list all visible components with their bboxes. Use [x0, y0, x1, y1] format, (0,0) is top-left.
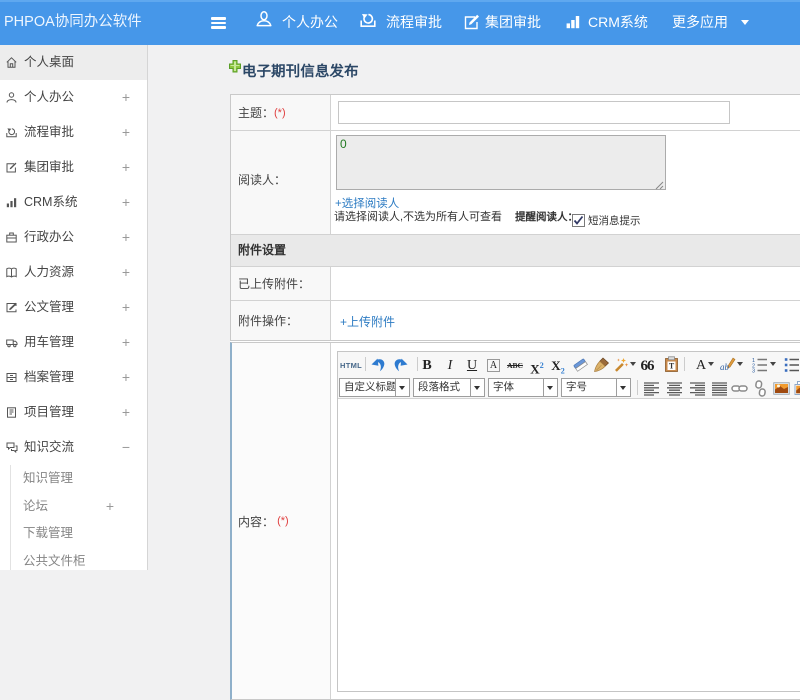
svg-text:T: T: [669, 362, 675, 371]
svg-text:ab: ab: [720, 362, 730, 372]
svg-text:3: 3: [752, 369, 755, 374]
